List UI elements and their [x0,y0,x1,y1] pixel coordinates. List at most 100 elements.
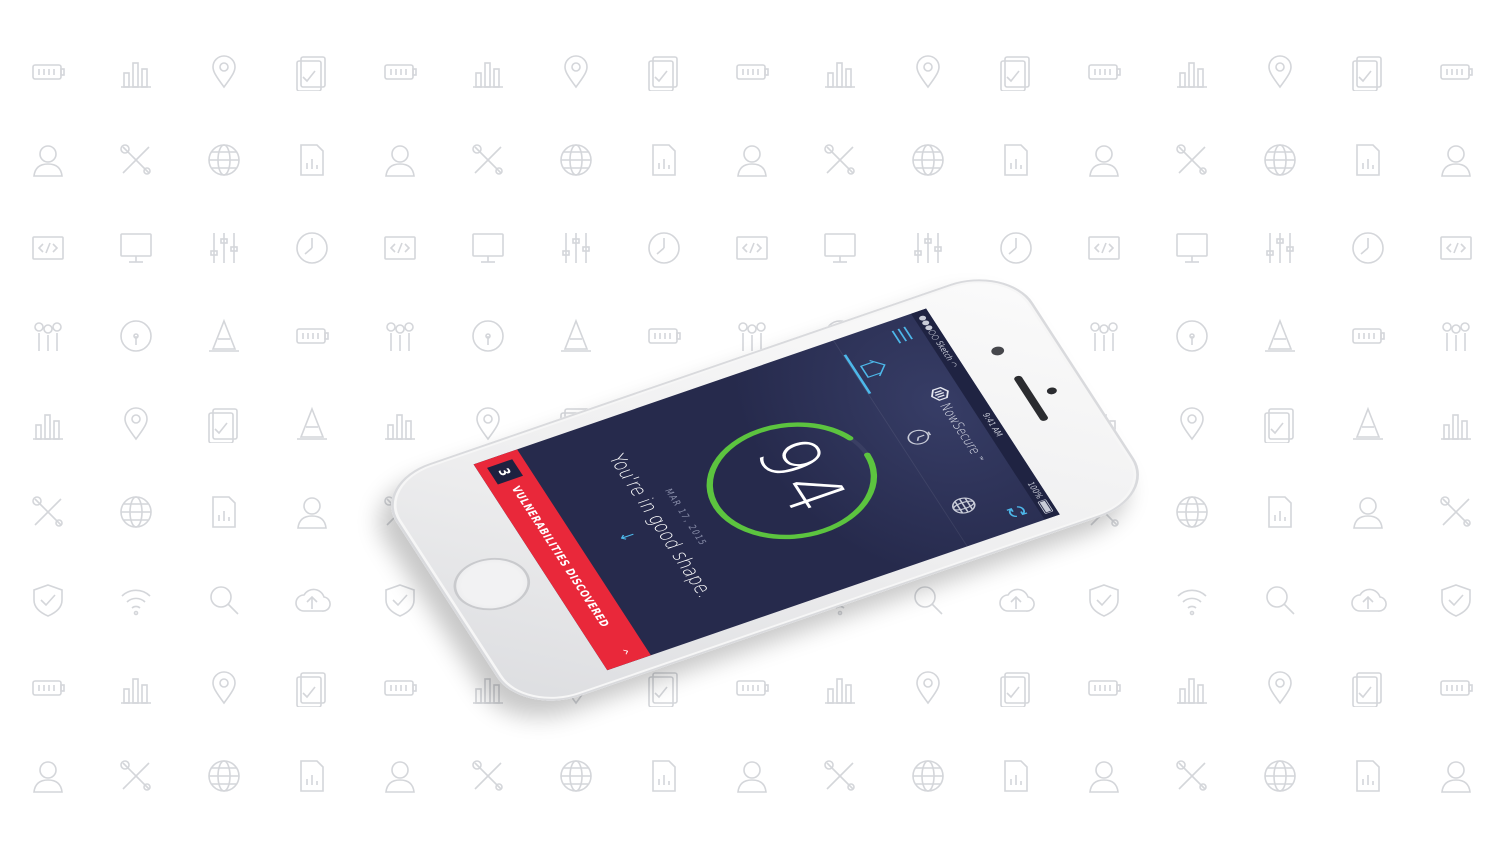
bar-chart-icon [444,28,532,116]
document-chart-icon [1324,732,1412,820]
location-pin-icon [1148,380,1236,468]
document-chart-icon [972,732,1060,820]
globe-icon [180,116,268,204]
tablet-check-icon [1324,28,1412,116]
battery-icon [356,28,444,116]
stopwatch-icon [907,429,932,445]
globe-icon [952,497,976,514]
user-icon [708,732,796,820]
gauge-icon [444,292,532,380]
tablet-check-icon [620,28,708,116]
location-pin-icon [884,644,972,732]
document-chart-icon [620,116,708,204]
location-pin-icon [532,28,620,116]
sliders-icon [532,204,620,292]
cone-icon [1236,292,1324,380]
tools-icon [444,116,532,204]
people-icon [4,292,92,380]
cloud-upload-icon [268,556,356,644]
cone-icon [268,380,356,468]
user-icon [4,116,92,204]
user-icon [356,732,444,820]
user-icon [4,732,92,820]
user-icon [268,468,356,556]
wifi-icon [92,556,180,644]
globe-icon [532,732,620,820]
bar-chart-icon [356,380,444,468]
location-pin-icon [1236,644,1324,732]
shield-icon [1412,556,1500,644]
battery-icon [1412,28,1500,116]
tools-icon [1148,116,1236,204]
wifi-icon [1148,556,1236,644]
battery-icon [268,292,356,380]
chevron-up-icon[interactable]: ^ [614,647,632,658]
vulnerability-count: 3 [487,459,524,485]
search-icon [180,556,268,644]
sliders-icon [180,204,268,292]
globe-icon [180,732,268,820]
tablet-check-icon [1236,380,1324,468]
monitor-icon [92,204,180,292]
gauge-icon [92,292,180,380]
home-button[interactable] [441,548,543,620]
battery-icon [1060,644,1148,732]
tablet-check-icon [268,28,356,116]
hamburger-menu-icon[interactable] [886,325,915,346]
tablet-check-icon [1324,644,1412,732]
battery-icon [4,644,92,732]
battery-icon [1412,644,1500,732]
clock-icon [268,204,356,292]
cone-icon [1324,380,1412,468]
people-icon [356,292,444,380]
tools-icon [444,732,532,820]
tools-icon [796,116,884,204]
code-file-icon [1412,204,1500,292]
code-file-icon [708,204,796,292]
globe-icon [884,116,972,204]
bar-chart-icon [1412,380,1500,468]
bar-chart-icon [92,644,180,732]
document-chart-icon [180,468,268,556]
monitor-icon [1148,204,1236,292]
refresh-icon[interactable] [999,502,1031,523]
clock-icon [1324,204,1412,292]
document-chart-icon [1236,468,1324,556]
globe-icon [1236,116,1324,204]
vulnerability-label: VULNERABILITIES DISCOVERED [508,484,612,629]
tablet-check-icon [972,28,1060,116]
monitor-icon [796,204,884,292]
battery-icon [1060,28,1148,116]
tools-icon [92,116,180,204]
user-icon [356,116,444,204]
proximity-sensor [989,345,1007,357]
tools-icon [1148,732,1236,820]
cone-icon [180,292,268,380]
location-pin-icon [180,28,268,116]
tablet-check-icon [972,644,1060,732]
brand-trademark: ™ [975,455,985,462]
tools-icon [92,732,180,820]
globe-icon [1148,468,1236,556]
globe-icon [884,732,972,820]
gauge-icon [1148,292,1236,380]
location-pin-icon [1236,28,1324,116]
user-icon [1412,116,1500,204]
cloud-upload-icon [1324,556,1412,644]
document-chart-icon [268,116,356,204]
code-file-icon [356,204,444,292]
location-pin-icon [884,28,972,116]
battery-icon [708,644,796,732]
battery-icon [1324,292,1412,380]
arrow-down-icon[interactable]: ↓ [614,528,640,544]
sliders-icon [1236,204,1324,292]
sliders-icon [884,204,972,292]
bar-chart-icon [92,28,180,116]
user-icon [1324,468,1412,556]
tools-icon [4,468,92,556]
user-icon [1060,732,1148,820]
cone-icon [532,292,620,380]
document-chart-icon [620,732,708,820]
user-icon [708,116,796,204]
search-icon [1236,556,1324,644]
